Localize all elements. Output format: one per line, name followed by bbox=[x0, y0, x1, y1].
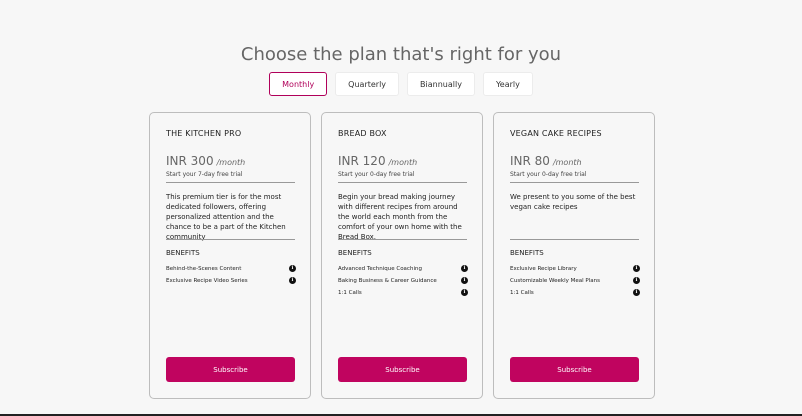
plan-name: BREAD BOX bbox=[338, 129, 387, 138]
tab-quarterly[interactable]: Quarterly bbox=[335, 72, 400, 96]
divider bbox=[166, 239, 295, 240]
subscribe-button[interactable]: Subscribe bbox=[338, 357, 467, 382]
info-icon[interactable]: i bbox=[289, 277, 296, 284]
plan-description: We present to you some of the best vegan… bbox=[510, 193, 636, 211]
divider bbox=[510, 239, 639, 240]
benefit-label: Customizable Weekly Meal Plans bbox=[510, 278, 600, 284]
divider bbox=[510, 182, 639, 183]
benefit-label: Exclusive Recipe Video Series bbox=[166, 278, 248, 284]
price-period: /month bbox=[388, 158, 418, 167]
price-period: /month bbox=[552, 158, 582, 167]
divider bbox=[338, 182, 467, 183]
benefits-list: Advanced Technique Coaching i Baking Bus… bbox=[338, 265, 468, 301]
info-icon[interactable]: i bbox=[289, 265, 296, 272]
benefit-item: 1:1 Calls i bbox=[338, 289, 468, 301]
tab-monthly[interactable]: Monthly bbox=[269, 72, 328, 96]
benefits-list: Behind-the-Scenes Content i Exclusive Re… bbox=[166, 265, 296, 289]
info-icon[interactable]: i bbox=[461, 289, 468, 296]
trial-text: Start your 0-day free trial bbox=[510, 171, 587, 178]
plan-card-vegan-cake-recipes: VEGAN CAKE RECIPES INR 80/month Start yo… bbox=[493, 112, 655, 399]
info-icon[interactable]: i bbox=[633, 277, 640, 284]
price-amount: INR 80 bbox=[510, 154, 550, 168]
plan-name: THE KITCHEN PRO bbox=[166, 129, 242, 138]
benefit-label: 1:1 Calls bbox=[510, 290, 534, 296]
plan-card-kitchen-pro: THE KITCHEN PRO INR 300/month Start your… bbox=[149, 112, 311, 399]
benefits-heading: BENEFITS bbox=[166, 249, 200, 257]
billing-period-tabs: Monthly Quarterly Biannually Yearly bbox=[0, 72, 802, 96]
benefit-item: Baking Business & Career Guidance i bbox=[338, 277, 468, 289]
price-amount: INR 120 bbox=[338, 154, 386, 168]
subscribe-button[interactable]: Subscribe bbox=[510, 357, 639, 382]
benefit-item: Advanced Technique Coaching i bbox=[338, 265, 468, 277]
benefit-label: Baking Business & Career Guidance bbox=[338, 278, 437, 284]
info-icon[interactable]: i bbox=[633, 265, 640, 272]
plan-cards: THE KITCHEN PRO INR 300/month Start your… bbox=[149, 112, 655, 399]
plan-price: INR 300/month bbox=[166, 154, 245, 168]
plan-card-bread-box: BREAD BOX INR 120/month Start your 0-day… bbox=[321, 112, 483, 399]
benefit-item: Exclusive Recipe Library i bbox=[510, 265, 640, 277]
tab-biannually[interactable]: Biannually bbox=[407, 72, 475, 96]
price-amount: INR 300 bbox=[166, 154, 214, 168]
plan-description: This premium tier is for the most dedica… bbox=[166, 193, 286, 241]
plan-price: INR 80/month bbox=[510, 154, 582, 168]
plan-price: INR 120/month bbox=[338, 154, 417, 168]
benefit-label: Exclusive Recipe Library bbox=[510, 266, 577, 272]
benefit-label: 1:1 Calls bbox=[338, 290, 362, 296]
benefit-item: 1:1 Calls i bbox=[510, 289, 640, 301]
trial-text: Start your 0-day free trial bbox=[338, 171, 415, 178]
divider bbox=[338, 239, 467, 240]
benefit-item: Exclusive Recipe Video Series i bbox=[166, 277, 296, 289]
page-title: Choose the plan that's right for you bbox=[240, 44, 562, 66]
subscribe-button[interactable]: Subscribe bbox=[166, 357, 295, 382]
benefit-item: Behind-the-Scenes Content i bbox=[166, 265, 296, 277]
plan-description: Begin your bread making journey with dif… bbox=[338, 193, 462, 241]
divider bbox=[166, 182, 295, 183]
tab-yearly[interactable]: Yearly bbox=[482, 72, 533, 96]
benefits-heading: BENEFITS bbox=[338, 249, 372, 257]
plan-name: VEGAN CAKE RECIPES bbox=[510, 129, 602, 138]
info-icon[interactable]: i bbox=[461, 277, 468, 284]
benefit-label: Advanced Technique Coaching bbox=[338, 266, 422, 272]
price-period: /month bbox=[216, 158, 246, 167]
info-icon[interactable]: i bbox=[633, 289, 640, 296]
trial-text: Start your 7-day free trial bbox=[166, 171, 243, 178]
benefit-label: Behind-the-Scenes Content bbox=[166, 266, 242, 272]
benefit-item: Customizable Weekly Meal Plans i bbox=[510, 277, 640, 289]
benefits-heading: BENEFITS bbox=[510, 249, 544, 257]
benefits-list: Exclusive Recipe Library i Customizable … bbox=[510, 265, 640, 301]
info-icon[interactable]: i bbox=[461, 265, 468, 272]
